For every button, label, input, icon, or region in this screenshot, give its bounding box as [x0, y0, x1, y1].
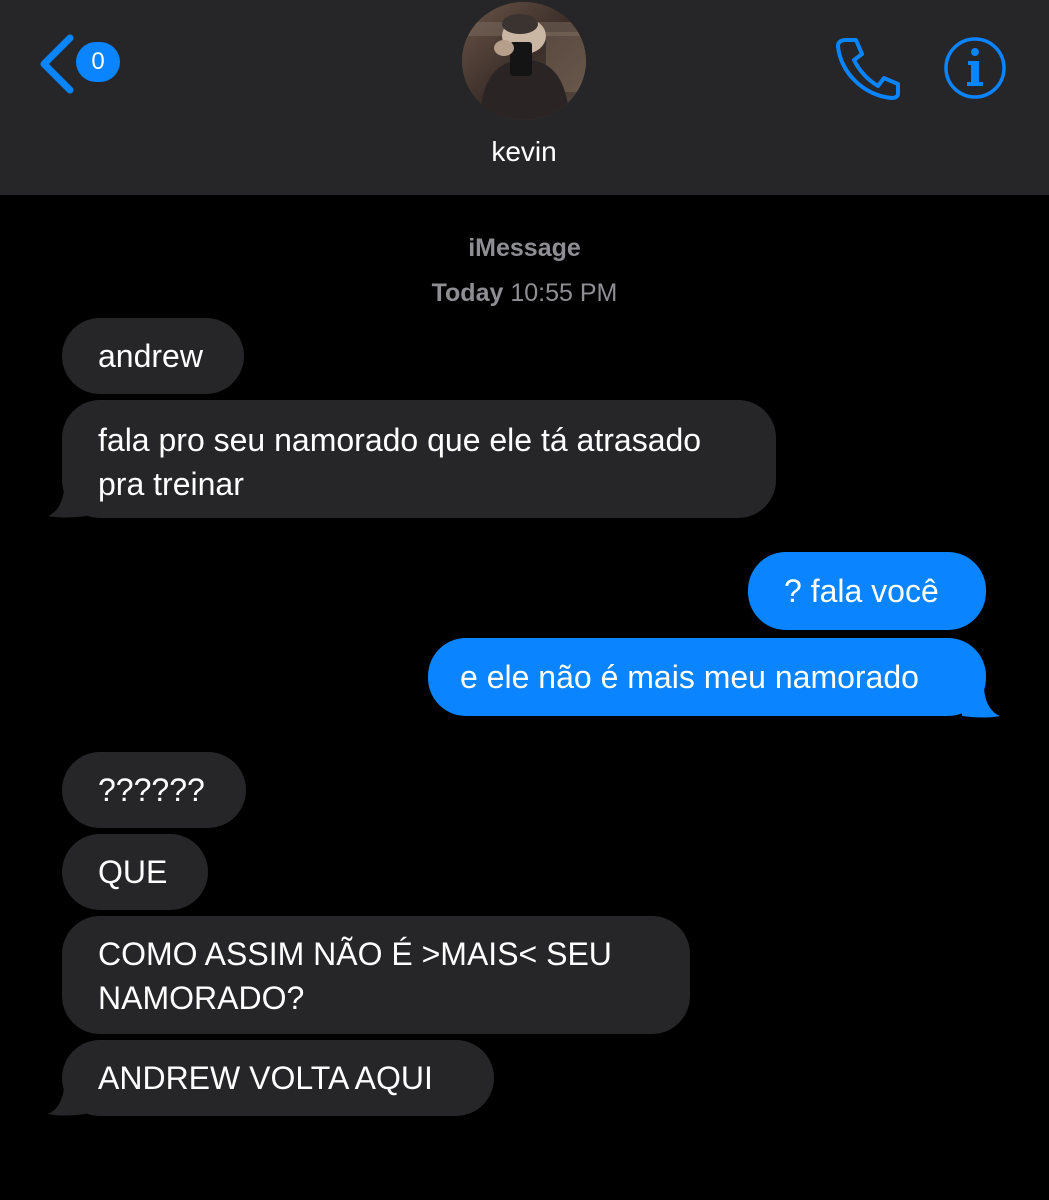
avatar[interactable] [462, 2, 586, 120]
message-bubble-incoming[interactable]: ?????? [62, 752, 246, 828]
message-text: ? fala você [784, 573, 939, 609]
back-button[interactable]: 0 [36, 34, 126, 94]
message-text-line: fala pro seu namorado que ele tá atrasad… [98, 422, 702, 458]
message-bubble-incoming[interactable]: ANDREW VOLTA AQUI [62, 1040, 494, 1116]
info-button[interactable] [942, 36, 1008, 100]
contact-photo [462, 2, 586, 120]
message-text: ?????? [98, 772, 205, 808]
message-text: ANDREW VOLTA AQUI [98, 1060, 433, 1096]
message-bubble-outgoing[interactable]: e ele não é mais meu namorado [428, 638, 986, 716]
message-text: andrew [98, 338, 203, 374]
bubble-tail-incoming [48, 1084, 86, 1116]
message-bubble-incoming[interactable]: andrew [62, 318, 244, 394]
phone-icon [836, 38, 900, 100]
info-icon [944, 37, 1006, 99]
bubble-tail-incoming [48, 486, 86, 518]
message-text: QUE [98, 854, 168, 890]
message-bubble-incoming[interactable]: QUE [62, 834, 208, 910]
message-bubble-incoming[interactable]: COMO ASSIM NÃO É >MAIS< SEU NAMORADO? [62, 916, 690, 1034]
message-bubble-outgoing[interactable]: ? fala você [748, 552, 986, 630]
message-bubble-incoming[interactable]: fala pro seu namorado que ele tá atrasad… [62, 400, 776, 518]
service-label: iMessage [468, 234, 581, 262]
message-text-line: NAMORADO? [98, 980, 305, 1016]
timestamp-time: 10:55 PM [510, 279, 618, 307]
message-text-line: COMO ASSIM NÃO É >MAIS< SEU [98, 936, 612, 972]
contact-name[interactable]: kevin [424, 136, 624, 168]
timestamp-day: Today [431, 279, 504, 307]
conversation-header: 0 kevin [0, 0, 1049, 195]
call-button[interactable] [832, 34, 902, 100]
chevron-left-icon [40, 34, 74, 94]
message-text-line: pra treinar [98, 466, 244, 502]
unread-badge: 0 [76, 42, 120, 82]
message-text: e ele não é mais meu namorado [460, 659, 919, 695]
bubble-tail-outgoing [962, 686, 1000, 718]
timestamp: Today 10:55 PM [0, 279, 1049, 308]
